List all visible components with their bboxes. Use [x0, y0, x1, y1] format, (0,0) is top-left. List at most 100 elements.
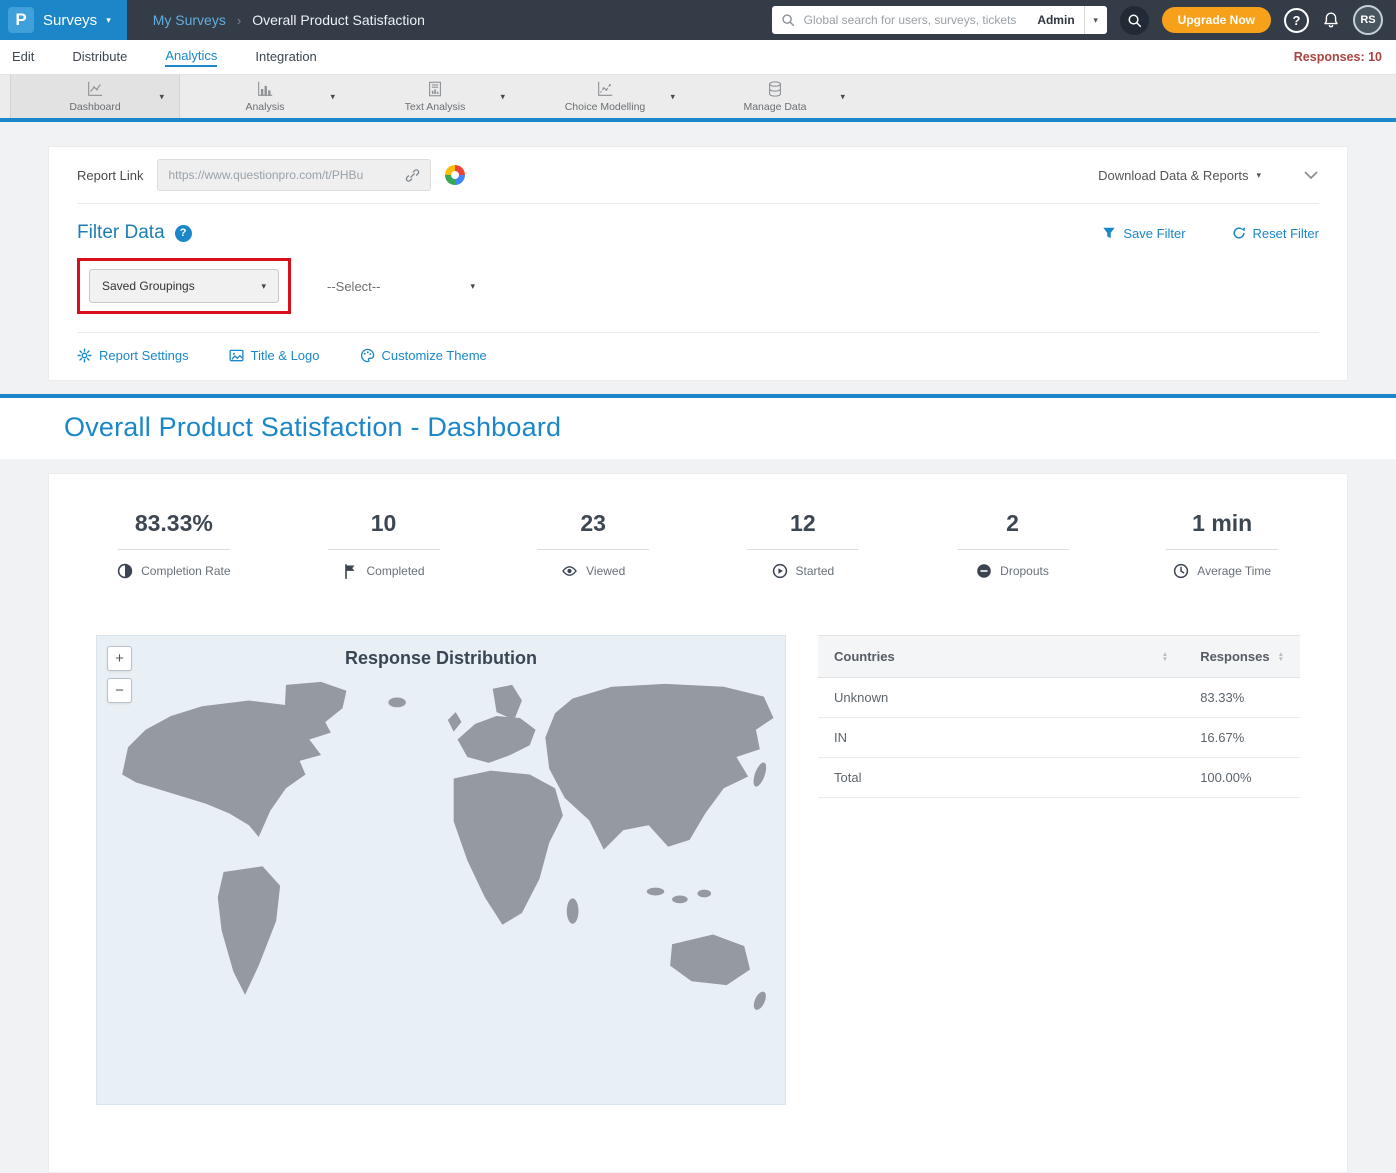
- page-title: Overall Product Satisfaction - Dashboard: [64, 412, 1332, 443]
- link-icon[interactable]: [405, 168, 420, 183]
- product-name: Surveys: [43, 12, 97, 29]
- completion-rate-icon: [117, 563, 133, 579]
- saved-groupings-value: Saved Groupings: [102, 279, 195, 293]
- flag-icon: [342, 563, 358, 579]
- caret-down-icon[interactable]: ▾: [500, 91, 505, 102]
- tab-text-analysis[interactable]: Text Analysis ▾: [350, 75, 520, 118]
- table-row: IN 16.67%: [818, 718, 1300, 758]
- caret-down-icon[interactable]: ▾: [330, 91, 335, 102]
- countries-table: Countries ▲ ▼ Responses: [818, 635, 1300, 798]
- column-header-countries[interactable]: Countries ▲ ▼: [818, 636, 1184, 678]
- sort-icon[interactable]: ▲ ▼: [1278, 652, 1284, 662]
- play-circle-icon: [772, 563, 788, 579]
- tab-manage-data[interactable]: Manage Data ▾: [690, 75, 860, 118]
- caret-down-icon[interactable]: ▾: [159, 91, 164, 102]
- product-switcher[interactable]: P Surveys ▾: [0, 0, 127, 40]
- download-data-reports-dropdown[interactable]: Download Data & Reports ▾: [1098, 168, 1261, 183]
- divider: [537, 549, 649, 550]
- menu-item-integration[interactable]: Integration: [255, 49, 316, 66]
- funnel-icon: [1102, 226, 1116, 240]
- save-filter-button[interactable]: Save Filter: [1102, 226, 1185, 241]
- sort-icon[interactable]: ▲ ▼: [1162, 652, 1168, 662]
- collapse-panel-button[interactable]: [1303, 170, 1319, 180]
- stat-label: Dropouts: [1000, 564, 1049, 578]
- caret-down-icon: ▾: [1256, 171, 1261, 180]
- upgrade-now-button[interactable]: Upgrade Now: [1162, 7, 1271, 33]
- search-icon: [781, 13, 795, 27]
- tab-label: Choice Modelling: [565, 101, 646, 113]
- caret-down-icon: ▾: [1093, 16, 1098, 25]
- title-logo-link[interactable]: Title & Logo: [229, 348, 320, 363]
- continents[interactable]: [122, 682, 773, 1012]
- questionpro-logo: P: [8, 7, 34, 33]
- topbar-actions: Admin ▾ Upgrade Now ? RS: [772, 5, 1396, 35]
- report-settings-link[interactable]: Report Settings: [77, 348, 189, 363]
- choice-modelling-icon: [595, 80, 615, 98]
- search-scope-label[interactable]: Admin: [1037, 13, 1074, 27]
- global-search-input[interactable]: [802, 12, 1031, 28]
- tab-label: Text Analysis: [405, 101, 466, 113]
- customize-theme-label: Customize Theme: [382, 348, 487, 363]
- customize-theme-link[interactable]: Customize Theme: [360, 348, 487, 363]
- menu-item-edit[interactable]: Edit: [12, 49, 34, 66]
- reset-filter-label: Reset Filter: [1253, 226, 1319, 241]
- dashboard-title-band: Overall Product Satisfaction - Dashboard: [0, 394, 1396, 459]
- stat-started: 12 Started: [698, 510, 908, 579]
- country-cell: IN: [818, 718, 1184, 758]
- zoom-in-button[interactable]: +: [107, 646, 132, 671]
- search-icon: [1127, 13, 1142, 28]
- stat-label: Average Time: [1197, 564, 1271, 578]
- stat-completed: 10 Completed: [279, 510, 489, 579]
- breadcrumb-my-surveys[interactable]: My Surveys: [153, 12, 226, 28]
- zoom-out-button[interactable]: −: [107, 678, 132, 703]
- grouping-value-select[interactable]: --Select-- ▾: [315, 269, 487, 303]
- response-distribution-map: + − Response Distribution: [96, 635, 786, 1105]
- table-row: Total 100.00%: [818, 758, 1300, 798]
- stat-label: Started: [796, 564, 835, 578]
- column-header-responses[interactable]: Responses ▲ ▼: [1184, 636, 1300, 678]
- search-button[interactable]: [1120, 6, 1149, 35]
- stat-label: Viewed: [586, 564, 625, 578]
- user-avatar[interactable]: RS: [1353, 5, 1383, 35]
- stat-value: 1 min: [1117, 510, 1327, 537]
- breadcrumb-separator: ›: [237, 13, 241, 28]
- report-filter-card: Report Link https://www.questionpro.com/…: [48, 146, 1348, 381]
- help-label: ?: [180, 227, 187, 239]
- search-scope-dropdown[interactable]: ▾: [1084, 6, 1107, 34]
- save-filter-label: Save Filter: [1123, 226, 1185, 241]
- caret-down-icon[interactable]: ▾: [670, 91, 675, 102]
- eye-icon: [561, 563, 578, 579]
- caret-down-icon: ▾: [261, 282, 266, 291]
- menu-item-analytics[interactable]: Analytics: [165, 48, 217, 67]
- reset-filter-button[interactable]: Reset Filter: [1232, 226, 1319, 241]
- filter-data-title: Filter Data: [77, 222, 165, 244]
- menu-item-distribute[interactable]: Distribute: [72, 49, 127, 66]
- top-navigation-bar: P Surveys ▾ My Surveys › Overall Product…: [0, 0, 1396, 40]
- filter-actions: Save Filter Reset Filter: [1102, 226, 1319, 241]
- tab-dashboard[interactable]: Dashboard ▾: [10, 75, 180, 118]
- report-link-input[interactable]: https://www.questionpro.com/t/PHBu: [157, 159, 431, 191]
- stat-value: 83.33%: [69, 510, 279, 537]
- tab-analysis[interactable]: Analysis ▾: [180, 75, 350, 118]
- notifications-button[interactable]: [1322, 11, 1340, 29]
- divider: [957, 549, 1069, 550]
- annotation-highlight-box: Saved Groupings ▾: [77, 258, 291, 314]
- saved-groupings-select[interactable]: Saved Groupings ▾: [89, 269, 279, 303]
- filter-help-icon[interactable]: ?: [175, 225, 192, 242]
- toolbar-accent-bar: [0, 118, 1396, 122]
- google-review-icon[interactable]: [445, 165, 465, 185]
- breadcrumb: My Surveys › Overall Product Satisfactio…: [153, 12, 425, 28]
- sort-down-icon: ▼: [1278, 657, 1284, 662]
- global-search-box[interactable]: Admin: [772, 6, 1084, 34]
- caret-down-icon[interactable]: ▾: [840, 91, 845, 102]
- world-map[interactable]: [97, 679, 785, 1069]
- chevron-down-icon: [1303, 170, 1319, 180]
- stat-value: 23: [488, 510, 698, 537]
- dashboard-card: 83.33% Completion Rate 10 Completed 23 V…: [48, 473, 1348, 1173]
- tab-choice-modelling[interactable]: Choice Modelling ▾: [520, 75, 690, 118]
- help-button[interactable]: ?: [1284, 8, 1309, 33]
- bell-icon: [1322, 11, 1340, 29]
- clock-icon: [1173, 563, 1189, 579]
- breadcrumb-current-survey: Overall Product Satisfaction: [252, 12, 425, 28]
- report-link-url[interactable]: https://www.questionpro.com/t/PHBu: [168, 168, 397, 182]
